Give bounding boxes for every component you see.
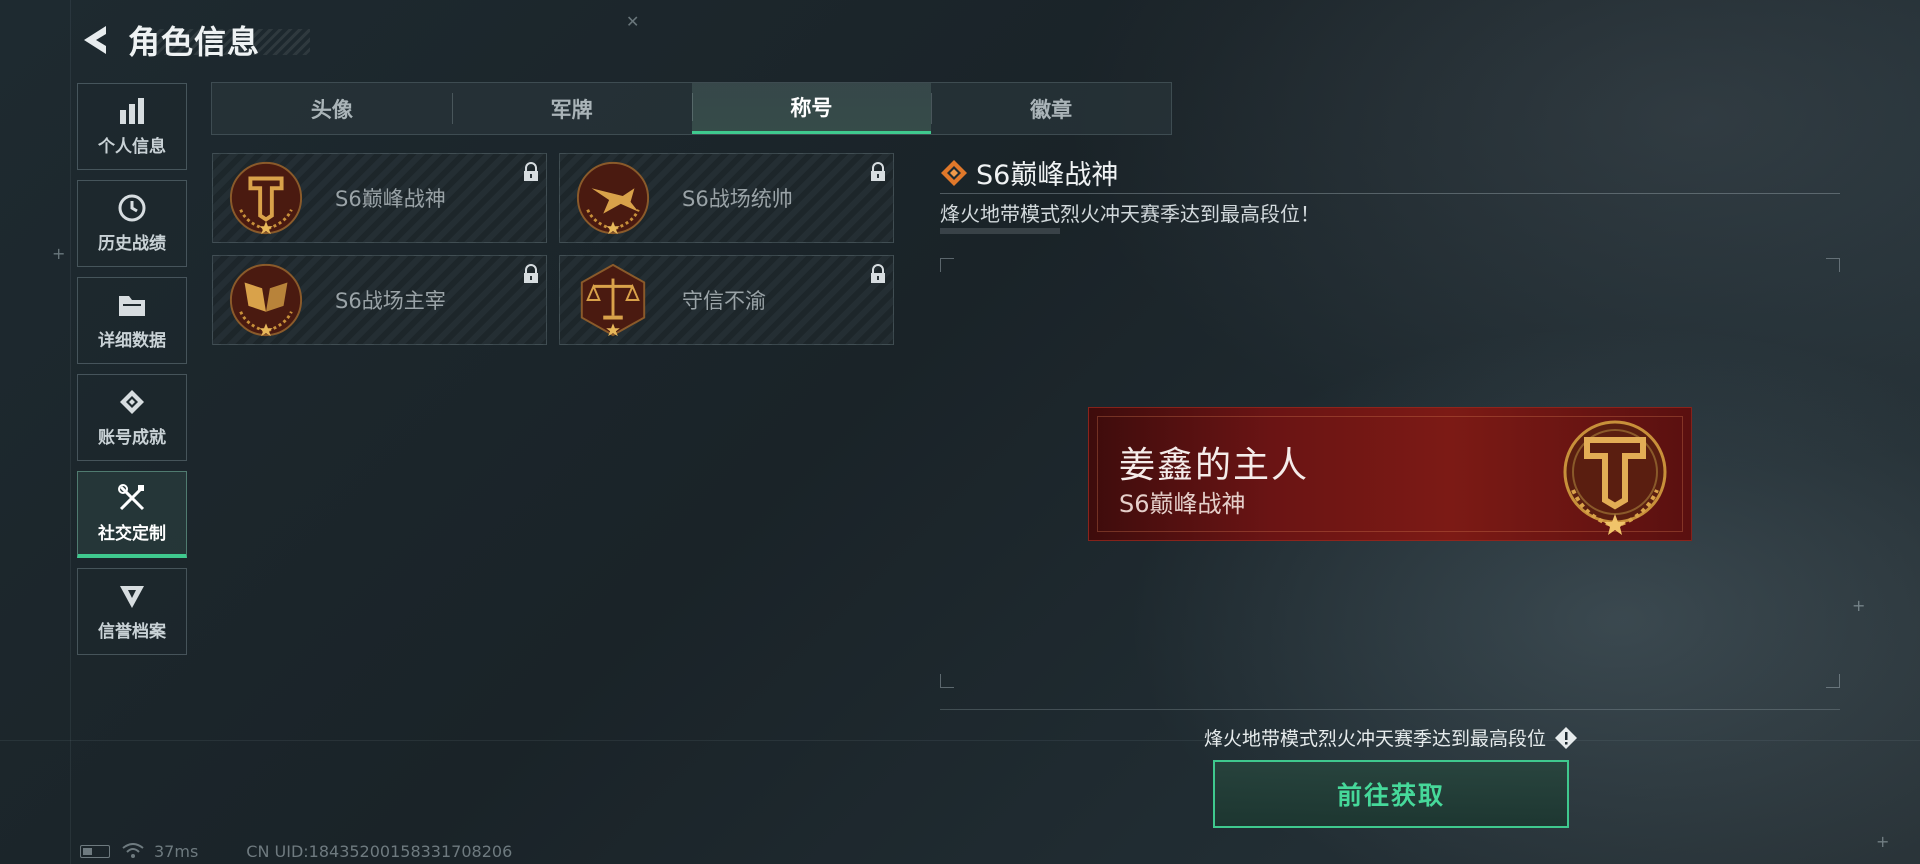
sidebar-item-label: 详细数据 — [98, 331, 166, 351]
sidebar-item-label: 账号成就 — [98, 428, 166, 448]
header: 角色信息 — [78, 18, 311, 62]
folder-icon — [117, 290, 147, 320]
sidebar-item-achievements[interactable]: 账号成就 — [77, 374, 187, 461]
t-emblem-icon — [1563, 420, 1667, 535]
sidebar-item-detailed-data[interactable]: 详细数据 — [77, 277, 187, 364]
bar-chart-icon — [117, 96, 147, 126]
lock-icon — [871, 162, 885, 181]
detail-description: 烽火地带模式烈火冲天赛季达到最高段位！ — [940, 202, 1320, 226]
sidebar-item-personal-info[interactable]: 个人信息 — [77, 83, 187, 170]
back-button[interactable] — [78, 23, 112, 57]
title-card-name: S6巅峰战神 — [335, 187, 446, 211]
tools-icon — [117, 483, 147, 513]
frame-corner — [1826, 674, 1840, 688]
title-card-name: S6战场统帅 — [682, 187, 793, 211]
shield-icon — [117, 581, 147, 611]
title-stripe-decoration — [150, 29, 311, 55]
sidebar: 个人信息 历史战绩 详细数据 账号成就 社交定制 信誉档案 — [77, 83, 187, 665]
battery-icon — [80, 844, 110, 858]
jet-emblem-icon — [576, 161, 650, 235]
lock-icon — [524, 264, 538, 283]
crosshair-decoration: ✕ — [626, 12, 640, 31]
detail-subline-decoration — [940, 228, 1060, 234]
sidebar-item-social-custom[interactable]: 社交定制 — [77, 471, 187, 558]
obtain-button[interactable]: 前往获取 — [1213, 760, 1569, 828]
crosshair-decoration: + — [1876, 832, 1890, 851]
sidebar-item-reputation[interactable]: 信誉档案 — [77, 568, 187, 655]
tab-bar: 头像 军牌 称号 徽章 — [211, 82, 1172, 135]
title-card[interactable]: S6巅峰战神 — [212, 153, 547, 243]
tab-avatar[interactable]: 头像 — [212, 83, 452, 134]
banner-title: S6巅峰战神 — [1119, 490, 1246, 518]
frame-corner — [1826, 258, 1840, 272]
title-card[interactable]: 守信不渝 — [559, 255, 894, 345]
detail-title: S6巅峰战神 — [976, 160, 1119, 191]
flags-emblem-icon — [229, 263, 303, 337]
title-card-name: S6战场主宰 — [335, 289, 446, 313]
t-emblem-icon — [229, 161, 303, 235]
tab-title[interactable]: 称号 — [691, 83, 932, 134]
title-preview-banner: 姜鑫的主人 S6巅峰战神 — [1088, 407, 1692, 541]
requirement-text: 烽火地带模式烈火冲天赛季达到最高段位 — [1204, 724, 1578, 751]
title-card-name: 守信不渝 — [682, 289, 766, 313]
lock-icon — [524, 162, 538, 181]
tab-badge[interactable]: 徽章 — [931, 83, 1171, 134]
sidebar-item-label: 个人信息 — [98, 137, 166, 157]
achievement-icon — [117, 387, 147, 417]
frame-corner — [940, 258, 954, 272]
scale-emblem-icon — [580, 263, 646, 337]
wifi-icon — [122, 843, 144, 858]
diamond-icon — [941, 159, 967, 186]
ping-value: 37ms — [154, 841, 199, 861]
background-gridline — [0, 740, 1920, 741]
tab-dog-tag[interactable]: 军牌 — [451, 83, 692, 134]
banner-player-name: 姜鑫的主人 — [1119, 445, 1310, 486]
crosshair-decoration: + — [1852, 596, 1866, 615]
title-card-grid: S6巅峰战神 S6战场统帅 S6战场主宰 守信不渝 — [212, 153, 894, 345]
sidebar-item-label: 信誉档案 — [98, 622, 166, 642]
background-gridline — [70, 0, 71, 864]
back-arrow-icon — [84, 26, 106, 54]
requirement-label: 烽火地带模式烈火冲天赛季达到最高段位 — [1204, 728, 1547, 750]
info-icon[interactable] — [1554, 726, 1578, 750]
detail-header: S6巅峰战神 — [940, 152, 1840, 194]
sidebar-item-label: 历史战绩 — [98, 234, 166, 254]
bottom-divider — [940, 709, 1840, 710]
status-bar: 37ms CN UID:18435200158331708206 — [80, 838, 512, 864]
lock-icon — [871, 264, 885, 283]
title-card[interactable]: S6战场主宰 — [212, 255, 547, 345]
title-card[interactable]: S6战场统帅 — [559, 153, 894, 243]
crosshair-decoration: + — [52, 244, 66, 263]
uid-text: CN UID:18435200158331708206 — [246, 841, 513, 861]
sidebar-item-history[interactable]: 历史战绩 — [77, 180, 187, 267]
sidebar-item-label: 社交定制 — [98, 523, 166, 544]
frame-corner — [940, 674, 954, 688]
clock-icon — [117, 193, 147, 223]
